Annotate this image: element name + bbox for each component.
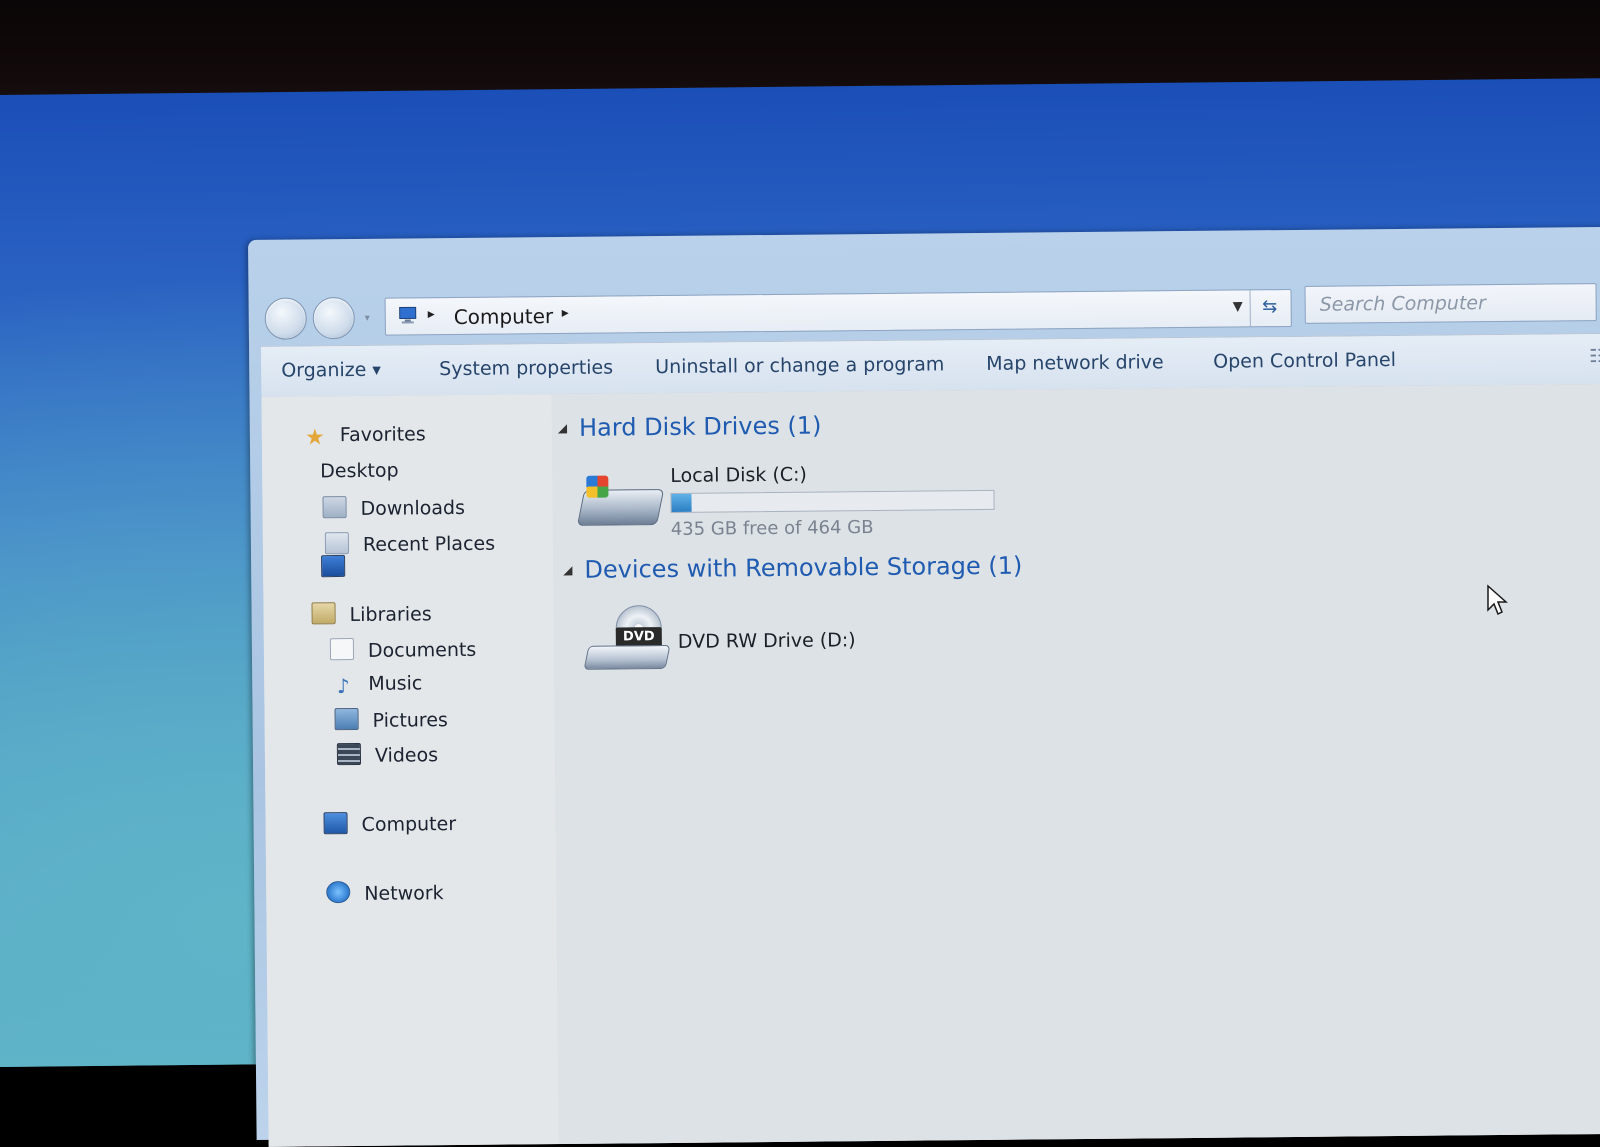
libraries-icon [311,602,336,625]
open-control-panel-button[interactable]: Open Control Panel [1213,349,1396,373]
sidebar-item-desktop[interactable]: Desktop [320,459,399,578]
uninstall-program-button[interactable]: Uninstall or change a program [655,353,944,378]
disk-usage-fill [671,493,692,512]
sidebar-item-favorites[interactable]: ★ Favorites [304,423,426,454]
sidebar-item-label: Favorites [339,423,426,447]
address-history-dropdown-icon[interactable]: ▼ [1233,299,1243,314]
downloads-icon [322,496,347,519]
recent-places-icon [324,532,350,555]
search-input[interactable]: Search Computer [1304,283,1597,324]
sidebar-item-label: Pictures [372,709,448,732]
sidebar-item-downloads[interactable]: Downloads [322,495,465,526]
breadcrumb-chevron-icon[interactable]: ▸ [428,306,435,322]
sidebar-item-computer[interactable]: Computer [323,811,456,842]
sidebar-item-pictures[interactable]: Pictures [334,707,448,738]
breadcrumb-chevron-icon[interactable]: ▸ [562,305,569,321]
map-network-drive-button[interactable]: Map network drive [986,351,1164,375]
sidebar-item-label: Network [364,882,444,905]
navigation-bar: ▾ ▸ Computer ▸ ▼ ⇆ Search Computer [264,283,1600,342]
documents-icon [329,638,355,661]
explorer-window: ▾ ▸ Computer ▸ ▼ ⇆ Search Computer Organ… [248,226,1600,1147]
breadcrumb-computer[interactable]: Computer [454,304,554,329]
hard-drive-icon[interactable] [576,475,671,536]
disk-usage-bar [670,489,995,513]
music-note-icon: ♪ [336,674,350,699]
sidebar-item-label: Computer [361,813,457,836]
network-icon [326,881,351,904]
group-header-label: Hard Disk Drives (1) [578,411,822,442]
star-icon: ★ [304,425,325,451]
refresh-icon[interactable]: ⇆ [1257,296,1283,318]
dvd-drive-body [583,644,671,670]
recent-pages-dropdown-icon[interactable]: ▾ [365,313,375,324]
explorer-body: Organize ▼ System properties Uninstall or… [261,332,1600,1147]
sidebar-item-label: Libraries [349,603,432,627]
sidebar-item-label: Recent Places [362,532,496,556]
system-properties-button[interactable]: System properties [439,357,613,381]
chevron-down-icon: ▼ [372,363,381,377]
collapse-triangle-icon[interactable]: ◢ [563,563,572,577]
windows-logo-icon [586,475,609,498]
sidebar-item-label: Music [368,672,423,695]
sidebar-item-music[interactable]: ♪ Music [332,672,423,703]
file-list: ◢ Hard Disk Drives (1) Local Disk (C:) 43… [551,383,1600,1145]
pictures-icon [334,707,359,731]
sidebar-item-recent-places[interactable]: Recent Places [324,531,496,563]
mouse-cursor-icon [1487,584,1508,616]
search-placeholder: Search Computer [1319,292,1486,316]
collapse-triangle-icon[interactable]: ◢ [558,421,567,435]
organize-label: Organize [281,358,367,382]
group-header-label: Devices with Removable Storage (1) [584,551,1023,584]
dvd-drive-name[interactable]: DVD RW Drive (D:) [678,629,856,653]
sidebar-item-videos[interactable]: Videos [336,742,439,773]
group-header-removable-storage[interactable]: ◢ Devices with Removable Storage (1) [563,552,1022,584]
back-button[interactable] [264,297,307,340]
navigation-pane: ★ Favorites Desktop Downloads Recent Plac… [261,394,559,1147]
sidebar-item-label: Videos [374,744,439,767]
address-bar[interactable]: ▸ Computer ▸ ▼ ⇆ [384,288,1292,336]
dvd-drive-icon[interactable]: DVD [583,605,677,672]
organize-button[interactable]: Organize ▼ [281,359,381,382]
address-separator [1249,290,1251,327]
group-header-hard-disk-drives[interactable]: ◢ Hard Disk Drives (1) [558,412,822,443]
computer-icon [323,812,348,835]
forward-button[interactable] [312,296,355,340]
sidebar-item-libraries[interactable]: Libraries [311,601,432,632]
sidebar-item-label: Desktop [320,459,399,483]
local-disk-name[interactable]: Local Disk (C:) [670,464,807,487]
sidebar-item-label: Documents [367,638,477,662]
sidebar-item-documents[interactable]: Documents [329,637,477,668]
sidebar-item-label: Downloads [360,496,466,520]
sidebar-item-network[interactable]: Network [326,880,444,911]
computer-icon [399,306,417,324]
film-strip-icon [336,742,362,766]
change-view-icon[interactable]: ☷ [1589,346,1600,368]
disk-free-space: 435 GB free of 464 GB [670,517,874,540]
